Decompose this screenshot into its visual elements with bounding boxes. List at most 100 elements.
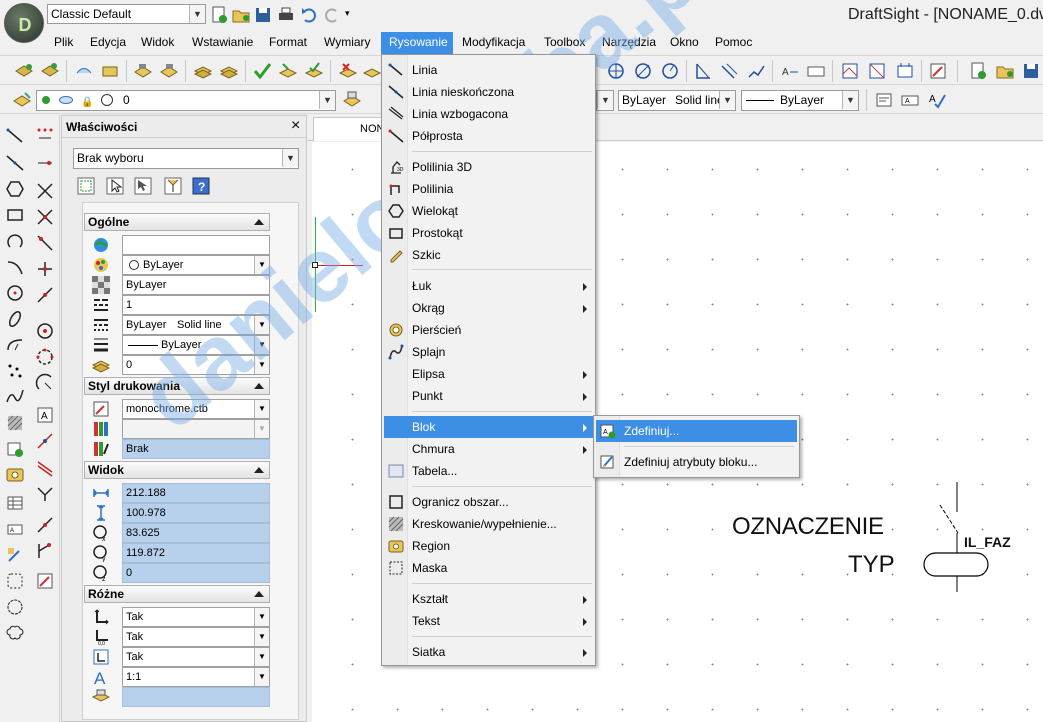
section-misc[interactable]: Różne bbox=[84, 585, 270, 603]
menu-rysowanie[interactable]: Rysowanie bbox=[389, 35, 448, 49]
sketch-tool-icon[interactable] bbox=[5, 387, 25, 407]
prop-value[interactable]: ByLayer bbox=[122, 275, 270, 295]
prop-value[interactable] bbox=[122, 687, 270, 707]
open-file-icon[interactable] bbox=[231, 5, 251, 25]
menu-item-polilinia-3d[interactable]: 3D Polilinia 3D bbox=[384, 156, 593, 178]
section-general[interactable]: Ogólne bbox=[84, 213, 270, 231]
diagonal-tool-icon[interactable] bbox=[35, 457, 55, 477]
text-field-icon[interactable]: A bbox=[900, 90, 920, 110]
layer-match-icon[interactable] bbox=[304, 61, 324, 81]
trim-tool-icon[interactable] bbox=[35, 181, 55, 201]
dim-ordinate-icon[interactable] bbox=[746, 61, 766, 81]
select-cursor-icon[interactable] bbox=[105, 176, 125, 196]
new-drawing-icon[interactable] bbox=[968, 61, 988, 81]
new-file-icon[interactable] bbox=[209, 5, 229, 25]
menu-item-szkic[interactable]: Szkic bbox=[384, 244, 593, 266]
leader-tool-icon[interactable] bbox=[35, 431, 55, 451]
menu-item-polprosta[interactable]: Półprosta bbox=[384, 125, 593, 147]
quick-select-icon[interactable] bbox=[133, 176, 153, 196]
extend-tool-icon[interactable] bbox=[35, 207, 55, 227]
menu-item-siatka[interactable]: Siatka bbox=[384, 641, 593, 663]
close-icon[interactable]: × bbox=[291, 117, 300, 135]
prop-value[interactable]: monochrome.ctb ▼ bbox=[122, 399, 270, 419]
prop-value[interactable]: ▼ bbox=[122, 419, 270, 439]
point-tool-icon[interactable] bbox=[5, 361, 25, 381]
layer-select[interactable]: 🔒 0 ▼ bbox=[36, 90, 336, 111]
chamfer-tool-icon[interactable] bbox=[35, 285, 55, 305]
menu-item-wielokat[interactable]: Wielokąt bbox=[384, 200, 593, 222]
layer-properties-icon[interactable] bbox=[342, 90, 362, 110]
checkmark-icon[interactable] bbox=[252, 61, 272, 81]
menu-item-pierscien[interactable]: Pierścień bbox=[384, 319, 593, 341]
undo-icon[interactable] bbox=[299, 5, 319, 25]
field-icon[interactable] bbox=[806, 61, 826, 81]
circle-quadrant-icon[interactable] bbox=[660, 61, 680, 81]
prop-value[interactable]: 1 bbox=[122, 295, 270, 315]
sheet-layout-icon[interactable] bbox=[840, 61, 860, 81]
workspace-select[interactable]: Classic Default ▼ bbox=[47, 4, 206, 24]
selection-select[interactable]: Brak wyboru ▼ bbox=[73, 148, 299, 169]
layer-freeze-icon[interactable] bbox=[219, 61, 239, 81]
submenu-item-zdefiniuj[interactable]: A Zdefiniuj... bbox=[596, 420, 797, 442]
prop-value[interactable]: 100.978 bbox=[122, 503, 270, 523]
menu-item-splajn[interactable]: Splajn bbox=[384, 341, 593, 363]
layer-previous-icon[interactable] bbox=[133, 61, 153, 81]
ellipse-arc-tool-icon[interactable] bbox=[5, 335, 25, 355]
region-tool-icon[interactable] bbox=[5, 465, 25, 485]
prop-value[interactable]: 83.625 bbox=[122, 523, 270, 543]
dim-linear-icon[interactable] bbox=[693, 61, 713, 81]
menu-item-linia-wzbogacona[interactable]: Linia wzbogacona bbox=[384, 103, 593, 125]
circle-tangent-icon[interactable] bbox=[633, 61, 653, 81]
menu-widok[interactable]: Widok bbox=[141, 35, 174, 49]
menu-item-prostokat[interactable]: Prostokąt bbox=[384, 222, 593, 244]
boundary-tool-icon[interactable] bbox=[5, 571, 25, 591]
text-tool-icon[interactable]: A bbox=[35, 405, 55, 425]
simple-note-tool-icon[interactable] bbox=[5, 545, 25, 565]
menu-item-blok[interactable]: Blok bbox=[384, 416, 593, 438]
polygon-tool-icon[interactable] bbox=[5, 179, 25, 199]
angle-tool-icon[interactable] bbox=[35, 483, 55, 503]
select-all-icon[interactable] bbox=[76, 176, 96, 196]
layer-icon[interactable] bbox=[14, 61, 34, 81]
note-tool-icon[interactable]: A bbox=[5, 519, 25, 539]
text-style-icon[interactable]: A bbox=[780, 61, 800, 81]
prop-value[interactable]: ByLayer Solid line ▼ bbox=[122, 315, 270, 335]
save-icon[interactable] bbox=[253, 5, 273, 25]
hatch-tool-icon[interactable] bbox=[5, 413, 25, 433]
polyline-seg-tool-icon[interactable] bbox=[35, 126, 55, 146]
infinite-line-tool-icon[interactable] bbox=[5, 153, 25, 173]
menu-item-region[interactable]: Region bbox=[384, 535, 593, 557]
layer-merge-icon[interactable] bbox=[362, 61, 382, 81]
spell-check-icon[interactable]: A bbox=[927, 90, 947, 110]
menu-pomoc[interactable]: Pomoc bbox=[715, 35, 752, 49]
quick-access-dropdown-icon[interactable]: ▾ bbox=[345, 8, 350, 19]
save-drawing-icon[interactable] bbox=[1021, 61, 1041, 81]
offset-tool-icon[interactable] bbox=[35, 515, 55, 535]
join-tool-icon[interactable] bbox=[35, 259, 55, 279]
open-drawing-icon[interactable] bbox=[995, 61, 1015, 81]
menu-okno[interactable]: Okno bbox=[670, 35, 699, 49]
prop-value[interactable]: 119.872 bbox=[122, 543, 270, 563]
prop-value[interactable]: ByLayer ▼ bbox=[122, 335, 270, 355]
prop-value[interactable]: 0 bbox=[122, 563, 270, 583]
arc-tool-icon[interactable] bbox=[5, 231, 25, 251]
layer-off-icon[interactable] bbox=[193, 61, 213, 81]
redo-icon[interactable] bbox=[322, 5, 342, 25]
cloud-tool-icon[interactable] bbox=[5, 597, 25, 617]
layer-manager-icon[interactable] bbox=[40, 61, 60, 81]
prop-value[interactable] bbox=[122, 235, 270, 255]
dim-aligned-icon[interactable] bbox=[719, 61, 739, 81]
menu-narzedzia[interactable]: Narzędzia bbox=[602, 35, 656, 49]
quick-select-filter-icon[interactable] bbox=[163, 176, 183, 196]
ring-tool-icon[interactable] bbox=[35, 321, 55, 341]
arrange-tool-icon[interactable] bbox=[35, 571, 55, 591]
menu-item-ogranicz-obszar[interactable]: Ogranicz obszar... bbox=[384, 491, 593, 513]
menu-item-luk[interactable]: Łuk bbox=[384, 275, 593, 297]
prop-value[interactable]: ByLayer ▼ bbox=[122, 255, 270, 275]
explode-icon[interactable] bbox=[74, 61, 94, 81]
sheet-template-icon[interactable] bbox=[867, 61, 887, 81]
prop-value[interactable]: 212.188 bbox=[122, 483, 270, 503]
rectangle-tool-icon[interactable] bbox=[5, 205, 25, 225]
menu-item-linia[interactable]: Linia bbox=[384, 59, 593, 81]
menu-item-linia-nieskonczona[interactable]: Linia nieskończona bbox=[384, 81, 593, 103]
